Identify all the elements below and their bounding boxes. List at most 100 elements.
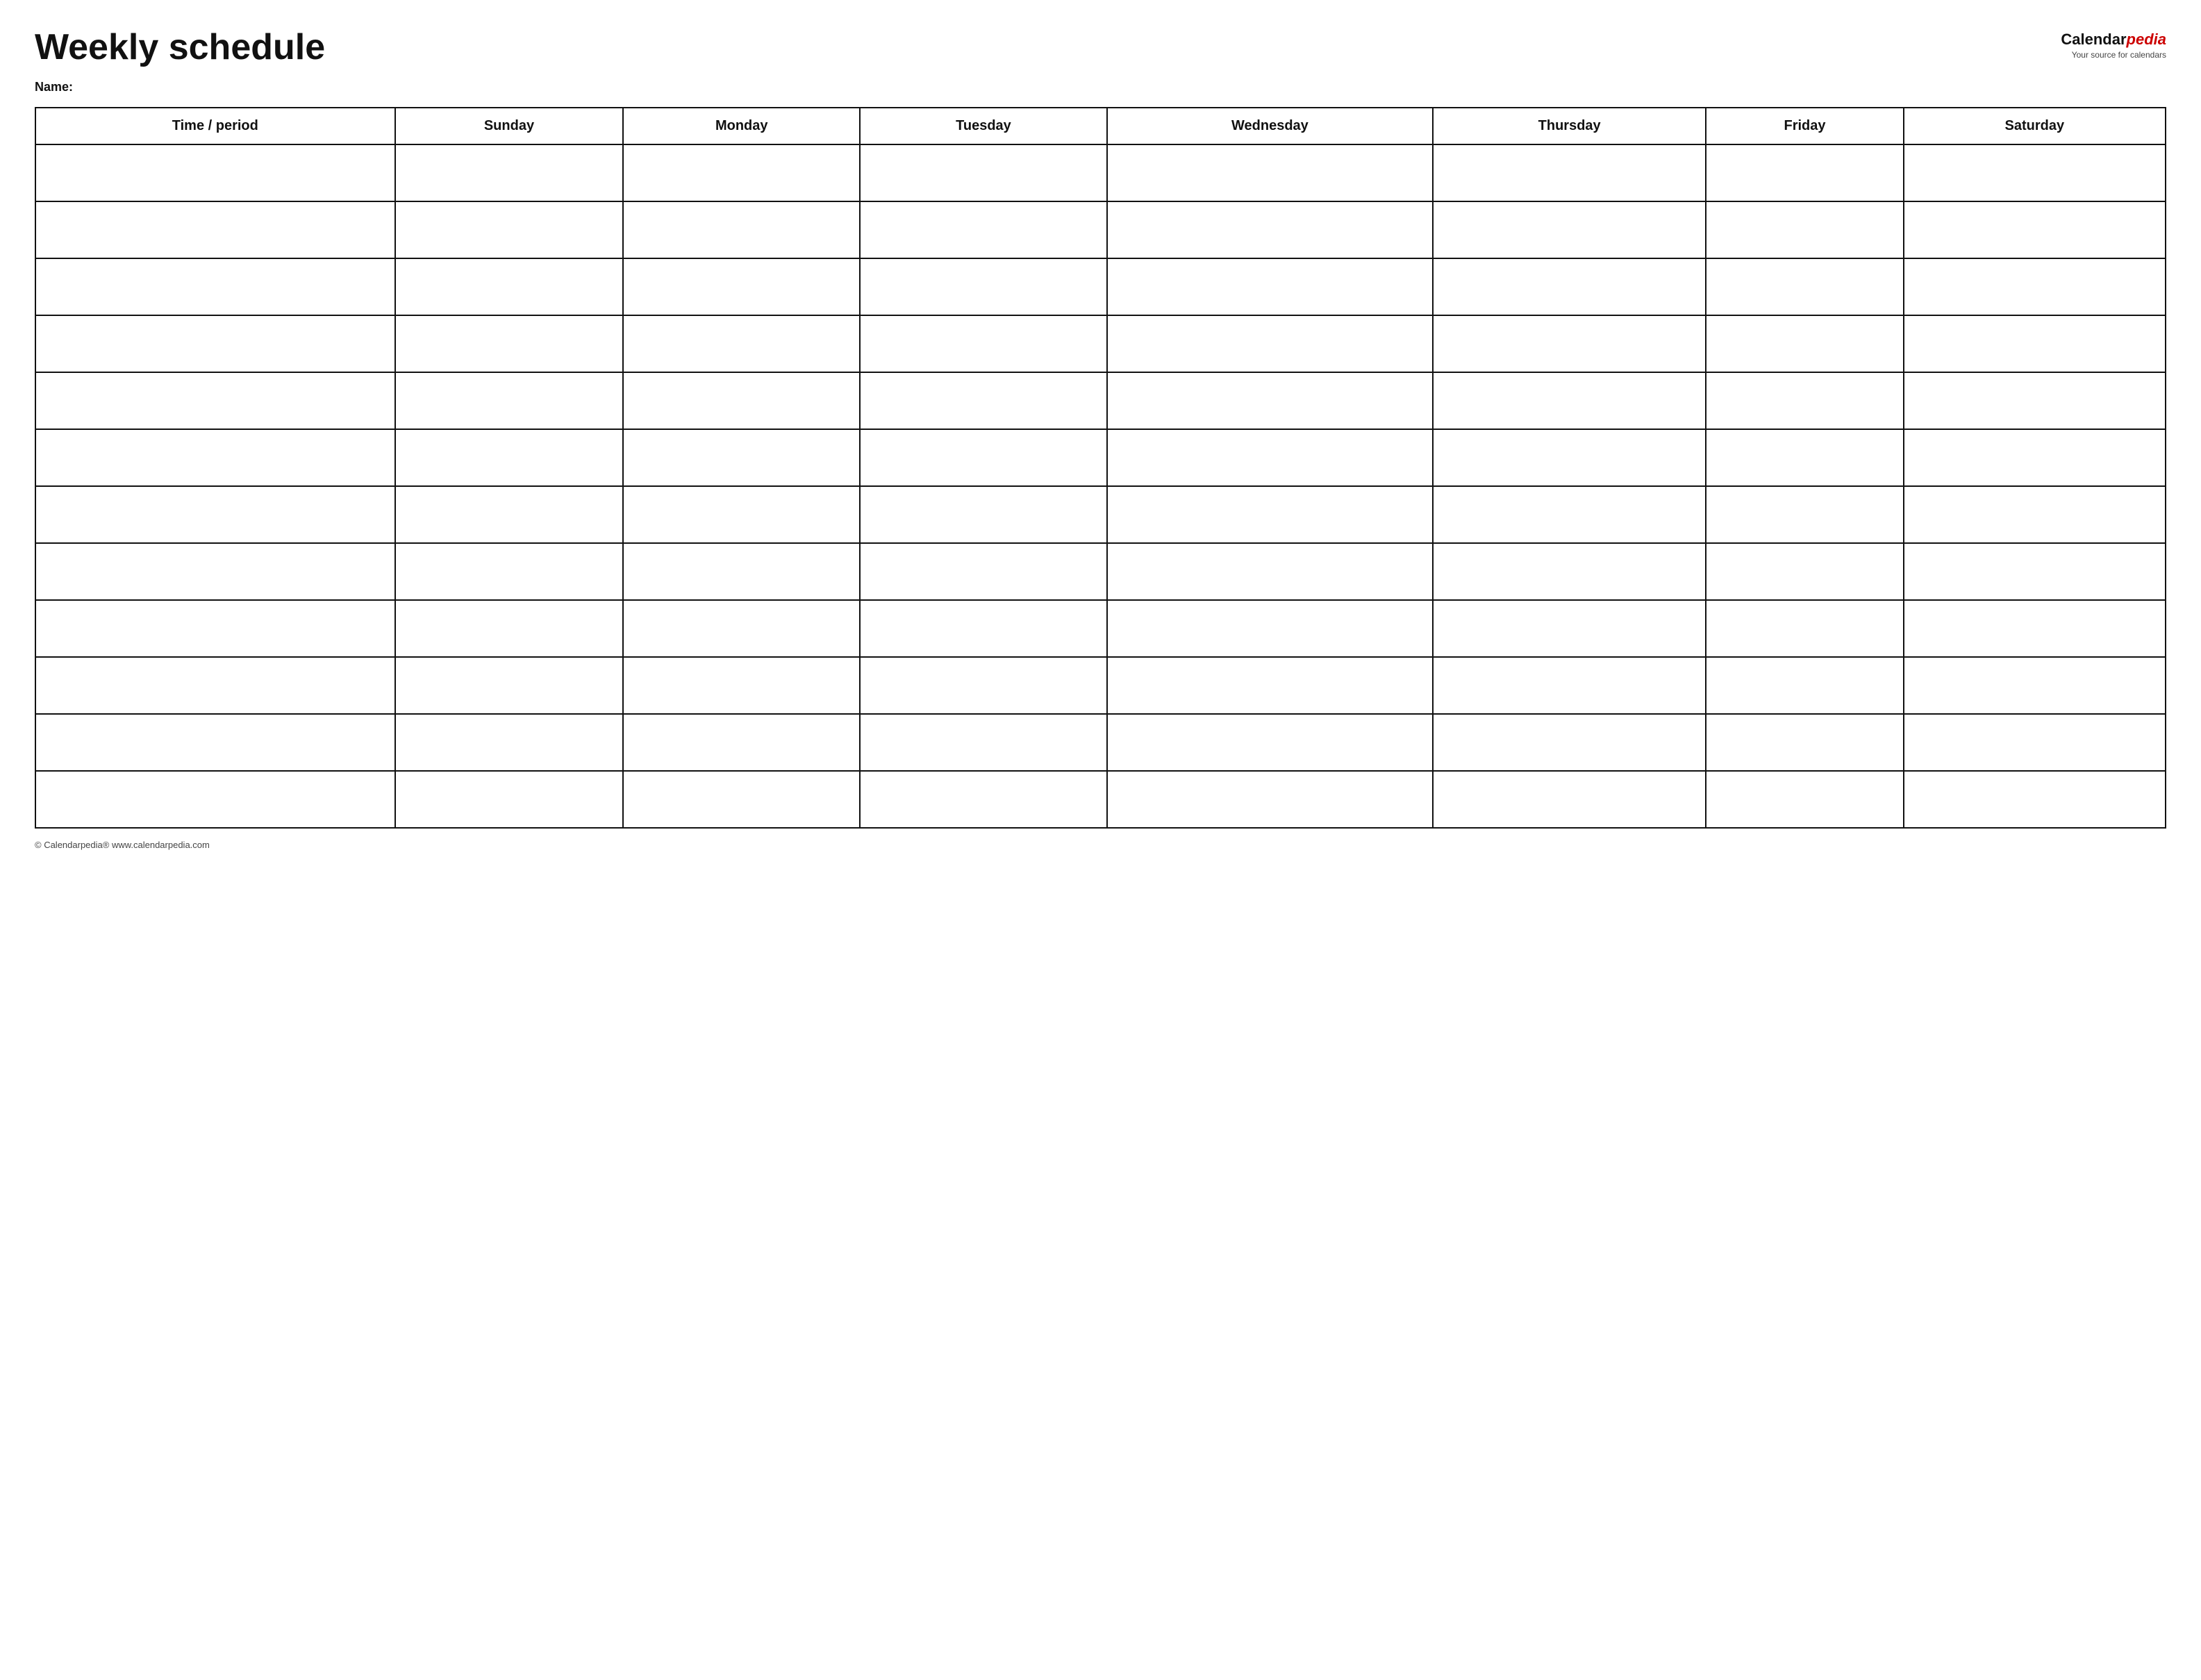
cell-row2-col5[interactable] bbox=[1433, 258, 1706, 315]
cell-row4-col4[interactable] bbox=[1107, 372, 1433, 429]
cell-row3-col2[interactable] bbox=[623, 315, 860, 372]
cell-row1-col4[interactable] bbox=[1107, 201, 1433, 258]
cell-row4-col5[interactable] bbox=[1433, 372, 1706, 429]
cell-row0-col2[interactable] bbox=[623, 144, 860, 201]
cell-row9-col6[interactable] bbox=[1706, 657, 1903, 714]
cell-row2-col0[interactable] bbox=[35, 258, 395, 315]
cell-row10-col4[interactable] bbox=[1107, 714, 1433, 771]
cell-row6-col4[interactable] bbox=[1107, 486, 1433, 543]
cell-row3-col0[interactable] bbox=[35, 315, 395, 372]
cell-row11-col1[interactable] bbox=[395, 771, 624, 828]
cell-row7-col2[interactable] bbox=[623, 543, 860, 600]
cell-row4-col7[interactable] bbox=[1904, 372, 2166, 429]
cell-row3-col5[interactable] bbox=[1433, 315, 1706, 372]
cell-row9-col2[interactable] bbox=[623, 657, 860, 714]
cell-row0-col1[interactable] bbox=[395, 144, 624, 201]
cell-row2-col1[interactable] bbox=[395, 258, 624, 315]
cell-row11-col7[interactable] bbox=[1904, 771, 2166, 828]
cell-row1-col0[interactable] bbox=[35, 201, 395, 258]
cell-row4-col6[interactable] bbox=[1706, 372, 1903, 429]
cell-row2-col3[interactable] bbox=[860, 258, 1107, 315]
cell-row10-col3[interactable] bbox=[860, 714, 1107, 771]
cell-row1-col7[interactable] bbox=[1904, 201, 2166, 258]
cell-row2-col2[interactable] bbox=[623, 258, 860, 315]
cell-row8-col3[interactable] bbox=[860, 600, 1107, 657]
cell-row2-col4[interactable] bbox=[1107, 258, 1433, 315]
cell-row4-col2[interactable] bbox=[623, 372, 860, 429]
cell-row8-col1[interactable] bbox=[395, 600, 624, 657]
cell-row10-col5[interactable] bbox=[1433, 714, 1706, 771]
cell-row11-col6[interactable] bbox=[1706, 771, 1903, 828]
cell-row7-col4[interactable] bbox=[1107, 543, 1433, 600]
cell-row1-col2[interactable] bbox=[623, 201, 860, 258]
cell-row8-col0[interactable] bbox=[35, 600, 395, 657]
cell-row8-col7[interactable] bbox=[1904, 600, 2166, 657]
cell-row7-col0[interactable] bbox=[35, 543, 395, 600]
cell-row11-col5[interactable] bbox=[1433, 771, 1706, 828]
col-header-sunday: Sunday bbox=[395, 108, 624, 144]
cell-row10-col1[interactable] bbox=[395, 714, 624, 771]
cell-row10-col6[interactable] bbox=[1706, 714, 1903, 771]
cell-row8-col2[interactable] bbox=[623, 600, 860, 657]
cell-row8-col5[interactable] bbox=[1433, 600, 1706, 657]
cell-row0-col5[interactable] bbox=[1433, 144, 1706, 201]
cell-row0-col0[interactable] bbox=[35, 144, 395, 201]
cell-row11-col2[interactable] bbox=[623, 771, 860, 828]
cell-row6-col6[interactable] bbox=[1706, 486, 1903, 543]
cell-row3-col4[interactable] bbox=[1107, 315, 1433, 372]
cell-row5-col3[interactable] bbox=[860, 429, 1107, 486]
cell-row0-col3[interactable] bbox=[860, 144, 1107, 201]
cell-row7-col7[interactable] bbox=[1904, 543, 2166, 600]
cell-row9-col5[interactable] bbox=[1433, 657, 1706, 714]
cell-row4-col1[interactable] bbox=[395, 372, 624, 429]
cell-row5-col6[interactable] bbox=[1706, 429, 1903, 486]
cell-row9-col4[interactable] bbox=[1107, 657, 1433, 714]
cell-row5-col5[interactable] bbox=[1433, 429, 1706, 486]
cell-row9-col1[interactable] bbox=[395, 657, 624, 714]
cell-row9-col3[interactable] bbox=[860, 657, 1107, 714]
cell-row2-col7[interactable] bbox=[1904, 258, 2166, 315]
cell-row6-col7[interactable] bbox=[1904, 486, 2166, 543]
cell-row0-col4[interactable] bbox=[1107, 144, 1433, 201]
cell-row6-col5[interactable] bbox=[1433, 486, 1706, 543]
cell-row6-col1[interactable] bbox=[395, 486, 624, 543]
cell-row5-col1[interactable] bbox=[395, 429, 624, 486]
cell-row1-col6[interactable] bbox=[1706, 201, 1903, 258]
cell-row5-col4[interactable] bbox=[1107, 429, 1433, 486]
cell-row1-col1[interactable] bbox=[395, 201, 624, 258]
table-row bbox=[35, 771, 2166, 828]
cell-row8-col6[interactable] bbox=[1706, 600, 1903, 657]
cell-row5-col0[interactable] bbox=[35, 429, 395, 486]
cell-row5-col7[interactable] bbox=[1904, 429, 2166, 486]
cell-row9-col7[interactable] bbox=[1904, 657, 2166, 714]
cell-row6-col0[interactable] bbox=[35, 486, 395, 543]
cell-row9-col0[interactable] bbox=[35, 657, 395, 714]
cell-row7-col5[interactable] bbox=[1433, 543, 1706, 600]
cell-row11-col3[interactable] bbox=[860, 771, 1107, 828]
cell-row10-col7[interactable] bbox=[1904, 714, 2166, 771]
cell-row10-col0[interactable] bbox=[35, 714, 395, 771]
cell-row4-col3[interactable] bbox=[860, 372, 1107, 429]
cell-row4-col0[interactable] bbox=[35, 372, 395, 429]
cell-row7-col6[interactable] bbox=[1706, 543, 1903, 600]
cell-row6-col2[interactable] bbox=[623, 486, 860, 543]
table-row bbox=[35, 201, 2166, 258]
cell-row3-col7[interactable] bbox=[1904, 315, 2166, 372]
cell-row7-col3[interactable] bbox=[860, 543, 1107, 600]
cell-row1-col3[interactable] bbox=[860, 201, 1107, 258]
cell-row3-col3[interactable] bbox=[860, 315, 1107, 372]
cell-row3-col1[interactable] bbox=[395, 315, 624, 372]
cell-row2-col6[interactable] bbox=[1706, 258, 1903, 315]
cell-row5-col2[interactable] bbox=[623, 429, 860, 486]
cell-row6-col3[interactable] bbox=[860, 486, 1107, 543]
cell-row11-col0[interactable] bbox=[35, 771, 395, 828]
cell-row1-col5[interactable] bbox=[1433, 201, 1706, 258]
cell-row10-col2[interactable] bbox=[623, 714, 860, 771]
col-header-saturday: Saturday bbox=[1904, 108, 2166, 144]
cell-row7-col1[interactable] bbox=[395, 543, 624, 600]
cell-row0-col6[interactable] bbox=[1706, 144, 1903, 201]
cell-row11-col4[interactable] bbox=[1107, 771, 1433, 828]
cell-row0-col7[interactable] bbox=[1904, 144, 2166, 201]
cell-row8-col4[interactable] bbox=[1107, 600, 1433, 657]
cell-row3-col6[interactable] bbox=[1706, 315, 1903, 372]
